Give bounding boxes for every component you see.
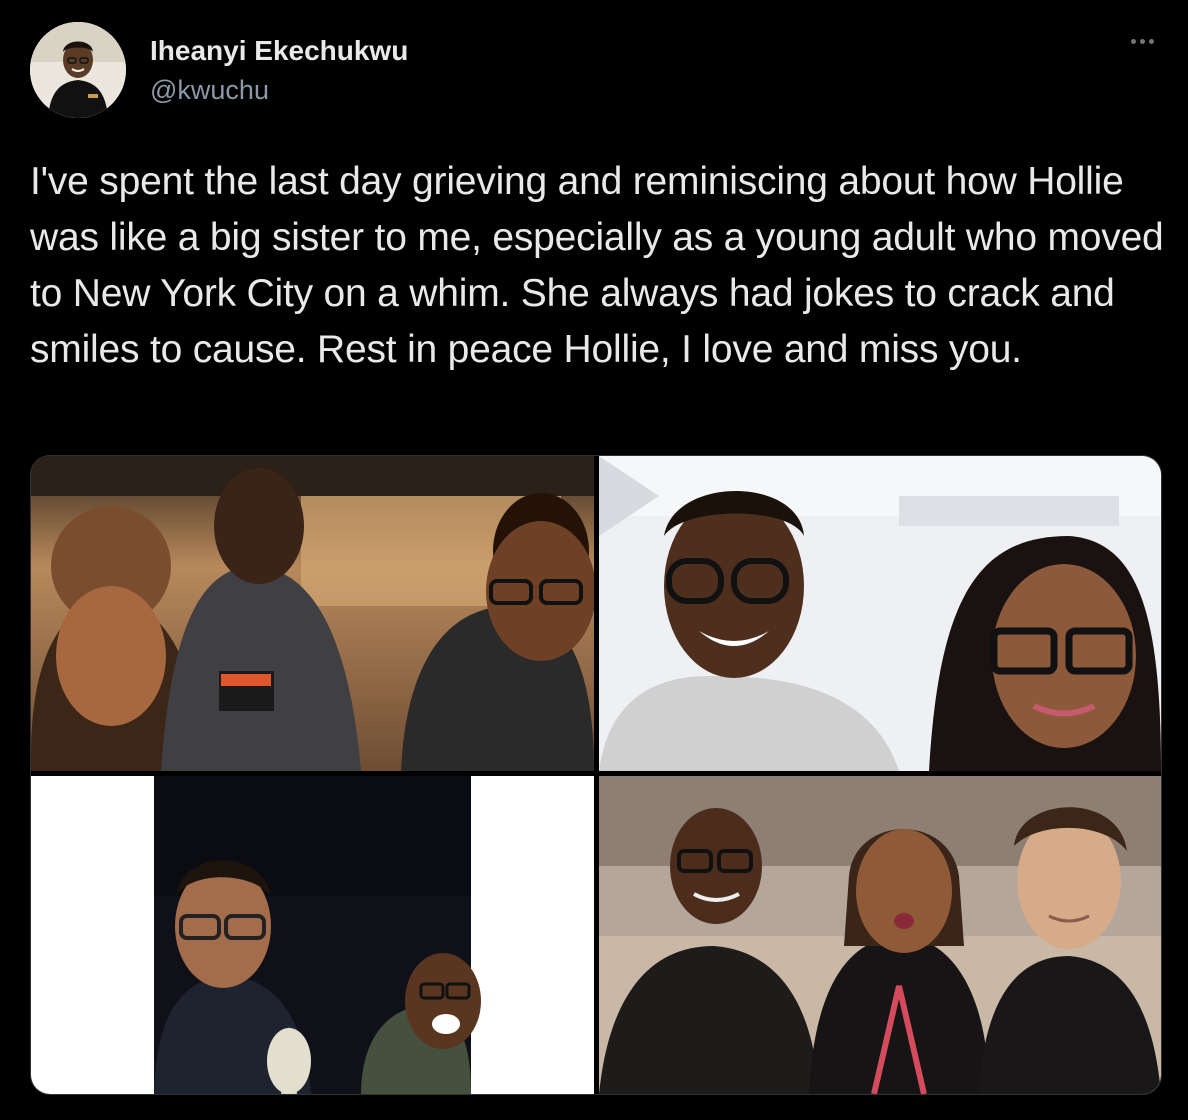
author-display-name[interactable]: Iheanyi Ekechukwu xyxy=(150,34,408,68)
tweet-text: I've spent the last day grieving and rem… xyxy=(30,160,1164,371)
author-avatar[interactable] xyxy=(30,22,126,118)
photo-1[interactable] xyxy=(31,456,594,771)
photo-3[interactable] xyxy=(31,776,594,1094)
photo-2[interactable] xyxy=(599,456,1161,771)
author-handle[interactable]: @kwuchu xyxy=(150,72,408,108)
photo-4[interactable] xyxy=(599,776,1161,1094)
tweet: Iheanyi Ekechukwu @kwuchu I've spent the… xyxy=(0,0,1188,1120)
ellipsis-icon[interactable] xyxy=(1124,28,1160,54)
tweet-header: Iheanyi Ekechukwu @kwuchu xyxy=(30,22,1160,122)
media-grid xyxy=(30,455,1162,1095)
author-names: Iheanyi Ekechukwu @kwuchu xyxy=(150,34,408,108)
